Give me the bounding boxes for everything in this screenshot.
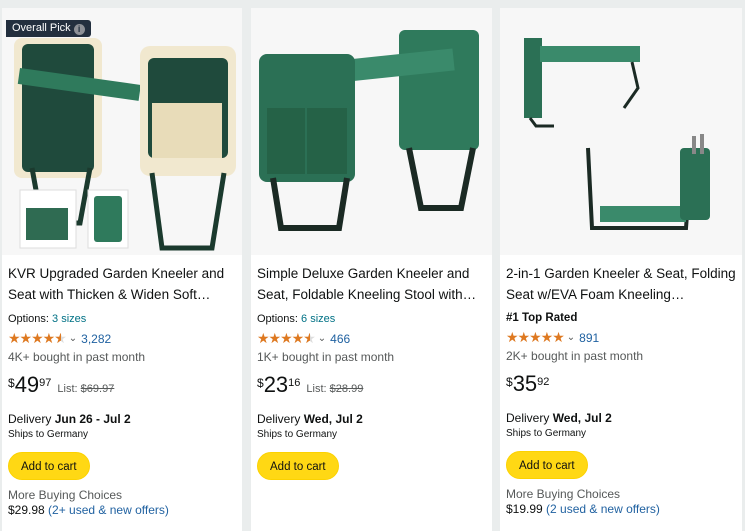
options-label: Options: — [8, 313, 49, 325]
rating-count[interactable]: 891 — [579, 331, 599, 345]
delivery-info: Delivery Jun 26 - Jul 2 — [8, 412, 236, 426]
product-image[interactable] — [500, 8, 742, 255]
delivery-info: Delivery Wed, Jul 2 — [506, 411, 736, 425]
add-to-cart-button[interactable]: Add to cart — [506, 451, 588, 479]
rating-count[interactable]: 466 — [330, 332, 350, 346]
delivery-date: Wed, Jul 2 — [303, 412, 363, 426]
rating-row[interactable]: ★★★★★ ⌄ 3,282 — [8, 330, 236, 347]
chevron-down-icon[interactable]: ⌄ — [567, 332, 575, 343]
product-title[interactable]: KVR Upgraded Garden Kneeler and Seat wit… — [8, 263, 236, 305]
offers-link[interactable]: (2+ used & new offers) — [48, 503, 169, 517]
ships-to: Ships to Germany — [8, 429, 89, 440]
offers-link[interactable]: (2 used & new offers) — [546, 502, 660, 516]
list-label: List: — [306, 383, 327, 395]
more-buying-choices: More Buying Choices — [8, 488, 123, 502]
price[interactable]: $ 35 92 — [506, 372, 549, 396]
star-rating-icon[interactable]: ★★★★★ — [8, 330, 67, 347]
price[interactable]: $ 49 97 — [8, 373, 51, 397]
star-rating-icon[interactable]: ★★★★★ — [506, 329, 565, 346]
bought-count: 4K+ bought in past month — [8, 350, 146, 364]
overall-pick-badge[interactable]: Overall Pick i — [6, 20, 91, 37]
add-to-cart-button[interactable]: Add to cart — [257, 452, 339, 480]
price-whole: 23 — [263, 372, 289, 397]
price-symbol: $ — [506, 375, 513, 389]
price-fraction: 97 — [39, 377, 52, 389]
options-row: Options: 3 sizes — [8, 313, 236, 325]
options-link[interactable]: 6 sizes — [301, 313, 335, 325]
options-row: Options: 6 sizes — [257, 313, 486, 325]
price-whole: 49 — [14, 372, 40, 397]
ships-to: Ships to Germany — [257, 429, 338, 440]
list-price: List: $28.99 — [306, 383, 363, 395]
product-card: Simple Deluxe Garden Kneeler and Seat, F… — [251, 8, 492, 531]
delivery-date: Wed, Jul 2 — [552, 411, 612, 425]
delivery-label: Delivery — [506, 411, 550, 425]
delivery-info: Delivery Wed, Jul 2 — [257, 412, 486, 426]
rating-count[interactable]: 3,282 — [81, 332, 111, 346]
bought-count: 2K+ bought in past month — [506, 349, 644, 363]
product-title[interactable]: 2-in-1 Garden Kneeler & Seat, Folding Se… — [506, 263, 736, 305]
ships-to: Ships to Germany — [506, 428, 587, 439]
product-card: 2-in-1 Garden Kneeler & Seat, Folding Se… — [500, 8, 742, 531]
results-grid: Overall Pick i KVR Upgraded Garden Kneele… — [0, 0, 745, 531]
product-card: Overall Pick i KVR Upgraded Garden Kneele… — [2, 8, 242, 531]
options-label: Options: — [257, 313, 298, 325]
price-fraction: 92 — [537, 376, 550, 388]
info-icon[interactable]: i — [73, 24, 85, 35]
product-image[interactable] — [251, 8, 492, 255]
price-fraction: 16 — [288, 377, 301, 389]
list-price-value: $28.99 — [329, 383, 364, 395]
price[interactable]: $ 23 16 — [257, 373, 300, 397]
add-to-cart-button[interactable]: Add to cart — [8, 452, 90, 480]
price-row: $ 23 16 List: $28.99 — [257, 373, 486, 401]
more-buying-price: $29.98 — [8, 503, 45, 517]
delivery-label: Delivery — [257, 412, 301, 426]
price-row: $ 49 97 List: $69.97 — [8, 373, 236, 401]
list-label: List: — [57, 383, 78, 395]
top-rated-badge: #1 Top Rated — [506, 312, 578, 324]
more-buying-price-row: $19.99 (2 used & new offers) — [506, 502, 736, 516]
price-symbol: $ — [8, 376, 15, 390]
chevron-down-icon[interactable]: ⌄ — [69, 333, 77, 344]
price-symbol: $ — [257, 376, 264, 390]
bought-count: 1K+ bought in past month — [257, 350, 395, 364]
more-buying-choices: More Buying Choices — [506, 487, 621, 501]
chevron-down-icon[interactable]: ⌄ — [318, 333, 326, 344]
rating-row[interactable]: ★★★★★ ⌄ 466 — [257, 330, 486, 347]
badge-label: Overall Pick — [12, 22, 71, 34]
rating-row[interactable]: ★★★★★ ⌄ 891 — [506, 329, 736, 346]
delivery-date: Jun 26 - Jul 2 — [54, 412, 131, 426]
options-link[interactable]: 3 sizes — [52, 313, 86, 325]
star-rating-icon[interactable]: ★★★★★ — [257, 330, 316, 347]
product-image[interactable]: Overall Pick i — [2, 8, 242, 255]
more-buying-price-row: $29.98 (2+ used & new offers) — [8, 503, 236, 517]
product-title[interactable]: Simple Deluxe Garden Kneeler and Seat, F… — [257, 263, 486, 305]
more-buying-price: $19.99 — [506, 502, 543, 516]
price-row: $ 35 92 — [506, 372, 736, 400]
price-whole: 35 — [512, 371, 538, 396]
top-strip — [0, 0, 745, 8]
delivery-label: Delivery — [8, 412, 52, 426]
list-price-value: $69.97 — [80, 383, 115, 395]
list-price: List: $69.97 — [57, 383, 114, 395]
